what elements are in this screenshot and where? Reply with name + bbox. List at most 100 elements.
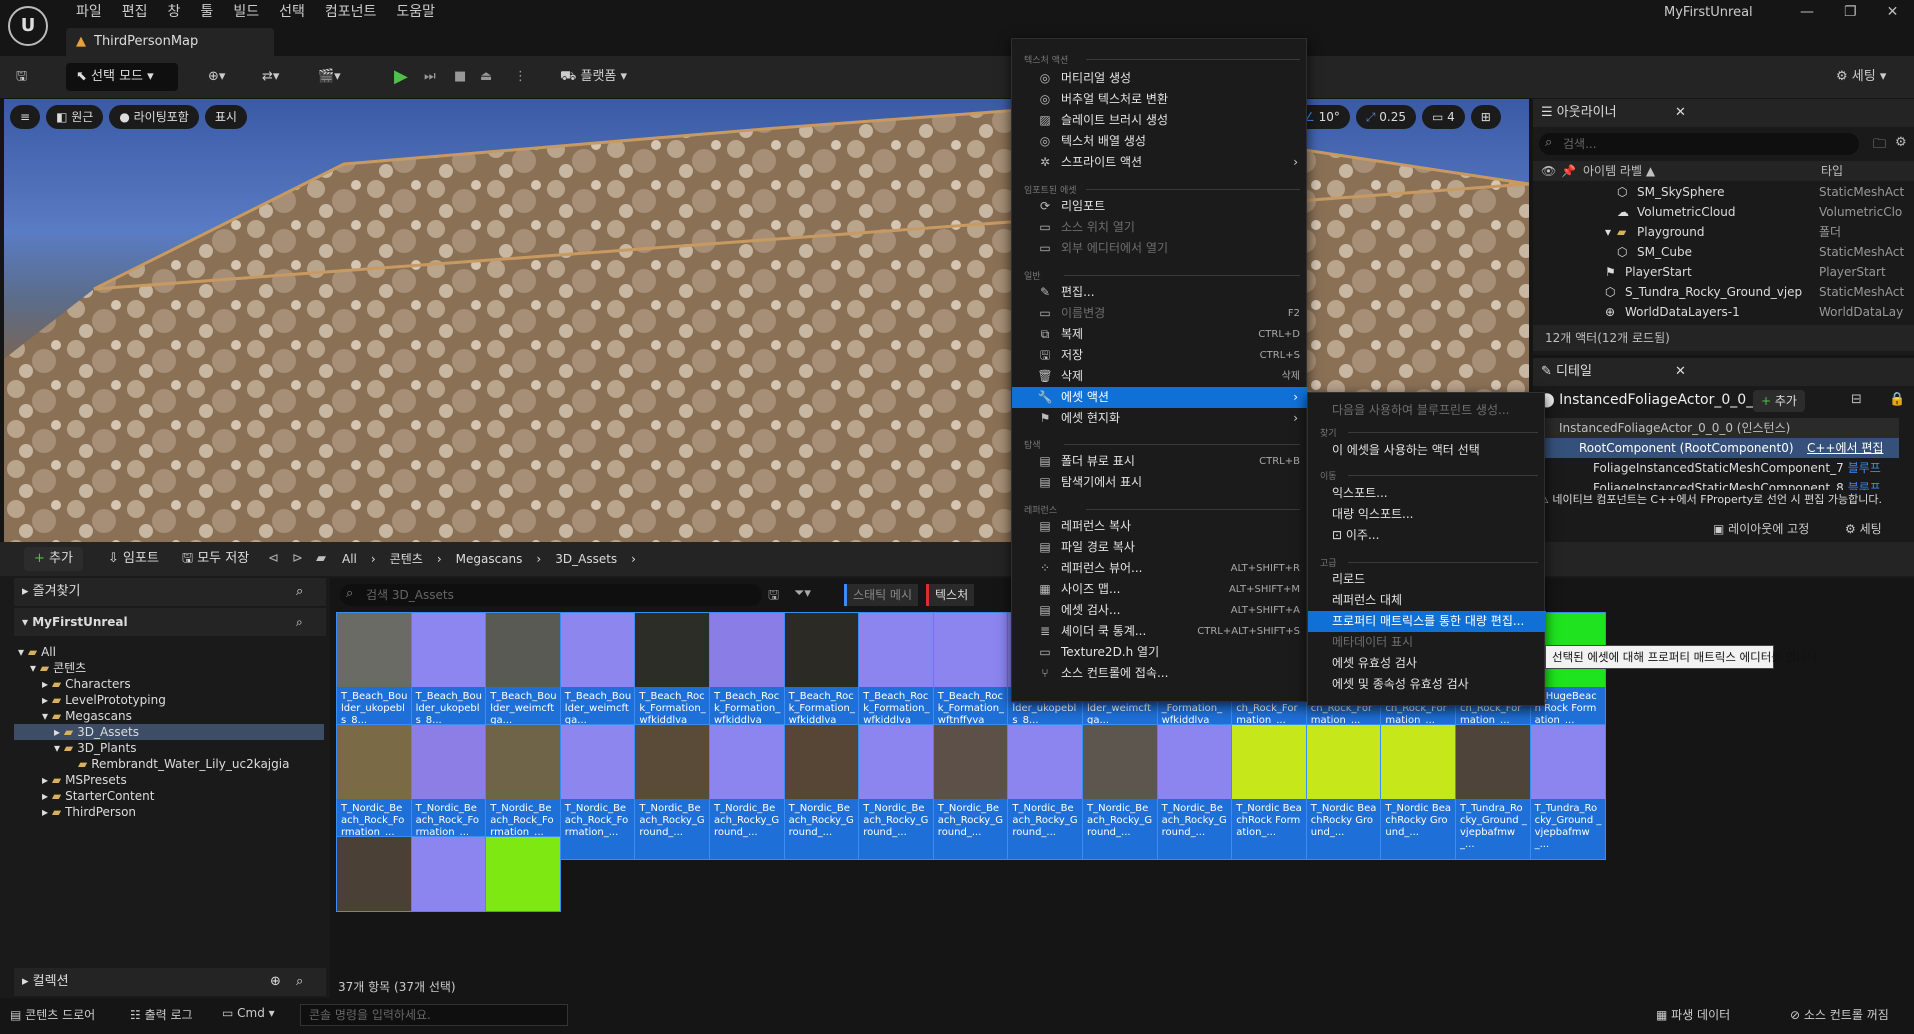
menu-item-audit-assets[interactable]: ▤ 에셋 검사... ALT+SHIFT+A (1012, 600, 1308, 621)
play-icon[interactable]: ▶ (394, 63, 408, 91)
expand-arrow-icon[interactable]: ▾ (1605, 222, 1611, 242)
tree-item[interactable]: ▰ Rembrandt_Water_Lily_uc2kajgia (78, 756, 289, 772)
platforms-menu[interactable]: ⛟ 플랫폼 ▾ (560, 63, 627, 91)
select-mode-dropdown[interactable]: ⬉ 선택 모드 ▾ (66, 63, 178, 91)
save-search-icon[interactable]: 🖫 (768, 586, 779, 608)
menu-item[interactable]: 도움말 (386, 2, 445, 22)
menu-item-show-in-explorer[interactable]: ▤ 탐색기에서 표시 (1012, 472, 1308, 493)
asset-tile[interactable]: T_Nordic_Beach_Rocky_Ground_... (858, 724, 935, 860)
instance-row[interactable]: InstancedFoliageActor_0_0_0 (인스턴스) (1539, 418, 1899, 438)
layout-icon[interactable]: ⊞ (1470, 105, 1501, 129)
menu-item-sprite-actions[interactable]: ✲ 스프라이트 액션 › (1012, 152, 1308, 173)
cmd-dropdown[interactable]: ▭ Cmd ▾ (222, 1006, 275, 1020)
breadcrumb-item[interactable]: All (342, 547, 357, 571)
play-advance-icon[interactable]: ⏭ (424, 63, 436, 91)
outliner-row[interactable]: ⬡ SM_SkySphere StaticMeshAct (1533, 182, 1914, 202)
filter-icon[interactable]: ⏷▾ (794, 586, 811, 601)
edit-in-cpp-link[interactable]: C++에서 편집 (1807, 438, 1883, 458)
menu-item-connect-source-control[interactable]: ⑂ 소스 컨트롤에 접속... (1012, 663, 1308, 684)
outliner-row[interactable]: ⚑ PlayerStart PlayerStart (1533, 262, 1914, 282)
menu-item[interactable]: 파일 (66, 2, 112, 22)
menu-item-duplicate[interactable]: ⧉ 복제 CTRL+D (1012, 324, 1308, 345)
menu-item-create-texture-array[interactable]: ◎ 텍스처 배열 생성 (1012, 131, 1308, 152)
outliner-row[interactable]: ▾ ▰ Playground 폴더 (1533, 222, 1914, 242)
tree-item[interactable]: ▸ ▰ Characters (42, 676, 131, 692)
viewport-menu-icon[interactable]: ≡ (10, 105, 41, 129)
asset-tile[interactable]: T_Nordic_Beach_Rocky_Ground_... (783, 724, 860, 860)
menu-item-replace-references[interactable]: 레퍼런스 대체 (1308, 590, 1546, 611)
details-close-icon[interactable]: ✕ (1675, 358, 1686, 386)
menu-item-open-source-location[interactable]: ▭ 소스 위치 열기 (1012, 217, 1308, 238)
asset-tile[interactable] (336, 836, 412, 912)
static-mesh-filter[interactable]: 스태틱 메시 (844, 584, 919, 606)
menu-item[interactable]: 툴 (190, 2, 223, 22)
collections-header[interactable]: ▸ 컬렉션 ⊕ ⌕ (14, 968, 326, 996)
outliner-row[interactable]: ⬡ S_Tundra_Rocky_Ground_vjep StaticMeshAct (1533, 282, 1914, 302)
derived-data-button[interactable]: ▦ 파생 데이터 (1656, 1006, 1730, 1023)
project-header[interactable]: ▾ MyFirstUnreal ⌕ (14, 608, 326, 636)
asset-tile[interactable] (485, 836, 562, 912)
outliner-row[interactable]: ☁ VolumetricCloud VolumetricClo (1533, 202, 1914, 222)
search-icon[interactable]: ⌕ (296, 968, 303, 996)
back-icon[interactable]: ⊲ (268, 551, 279, 566)
asset-tile[interactable]: T_Nordic_Beach_Rocky_Ground_... (709, 724, 785, 860)
menu-item-migrate[interactable]: ⊡ 이주... (1308, 525, 1546, 546)
outliner-row[interactable]: ⊕ WorldDataLayers-1 WorldDataLay (1533, 302, 1914, 322)
menu-item-reference-viewer[interactable]: ⁘ 레퍼런스 뷰어... ALT+SHIFT+R (1012, 558, 1308, 579)
add-actor-icon[interactable]: ⊕▾ (208, 63, 225, 91)
visibility-icon[interactable]: 👁 (1541, 161, 1556, 181)
tree-item[interactable]: ▾ ▰ Megascans (42, 708, 132, 724)
maximize-icon[interactable]: ❐ (1844, 4, 1857, 20)
asset-tile[interactable]: T_Nordic BeachRock Formation_... (1231, 724, 1308, 860)
menu-item-convert-virtual-texture[interactable]: ◎ 버추얼 텍스처로 변환 (1012, 89, 1308, 110)
pin-icon[interactable]: 📌 (1561, 161, 1576, 181)
tree-item[interactable]: ▸ ▰ StarterContent (42, 788, 154, 804)
menu-item-bulk-edit-property-matrix[interactable]: 프로퍼티 매트릭스를 통한 대량 편집... (1308, 611, 1546, 632)
menu-item[interactable]: 편집 (112, 2, 158, 22)
cinematics-icon[interactable]: 🎬▾ (318, 63, 341, 91)
menu-item-create-slate-brush[interactable]: ▨ 슬레이트 브러시 생성 (1012, 110, 1308, 131)
outliner-row[interactable]: ⬡ SM_Cube StaticMeshAct (1533, 242, 1914, 262)
menu-item-export[interactable]: 익스포트... (1308, 483, 1546, 504)
menu-item-open-external-editor[interactable]: ▭ 외부 에디터에서 열기 (1012, 238, 1308, 259)
tree-item[interactable]: ▸ ▰ LevelPrototyping (42, 692, 166, 708)
tree-item-selected[interactable]: ▸ ▰ 3D_Assets (14, 724, 324, 740)
menu-item-size-map[interactable]: ▦ 사이즈 맵... ALT+SHIFT+M (1012, 579, 1308, 600)
outliner-search-input[interactable]: 검색... (1539, 133, 1859, 155)
tree-item[interactable]: ▸ ▰ ThirdPerson (42, 804, 136, 820)
search-icon[interactable]: ⌕ (296, 608, 303, 636)
menu-item-show-in-folder-view[interactable]: ▤ 폴더 뷰로 표시 CTRL+B (1012, 451, 1308, 472)
stop-icon[interactable]: ■ (454, 63, 466, 91)
tree-item[interactable]: ▾ ▰ 3D_Plants (54, 740, 136, 756)
asset-tile[interactable]: T_Nordic_Beach_Rocky_Ground_... (634, 724, 711, 860)
details-tab[interactable]: ✎ 디테일 ✕ (1533, 358, 1914, 386)
menu-item-create-material[interactable]: ◎ 머티리얼 생성 (1012, 68, 1308, 89)
close-icon[interactable]: ✕ (1887, 4, 1899, 20)
import-button[interactable]: ⇩ 임포트 (108, 547, 159, 571)
menu-item-reload[interactable]: 리로드 (1308, 569, 1546, 590)
eject-icon[interactable]: ⏏ (480, 63, 492, 91)
show-button[interactable]: 표시 (204, 105, 247, 129)
root-component-row[interactable]: RootComponent (RootComponent0) C++에서 편집 (1539, 438, 1899, 458)
blueprint-link[interactable]: 블루프 (1848, 481, 1881, 490)
menu-item[interactable]: 창 (158, 2, 191, 22)
menu-item-show-metadata[interactable]: 메타데이터 표시 (1308, 632, 1546, 653)
details-settings-button[interactable]: ⚙ 세팅 (1845, 520, 1882, 537)
minimize-icon[interactable]: — (1800, 4, 1814, 20)
menu-item-asset-actions[interactable]: 🔧 에셋 액션 › (1012, 387, 1308, 408)
menu-item-bulk-export[interactable]: 대량 익스포트... (1308, 504, 1546, 525)
level-tab[interactable]: ▲ ThirdPersonMap (66, 28, 274, 56)
menu-item-edit[interactable]: ✎ 편집... (1012, 282, 1308, 303)
save-all-button[interactable]: 🖫 모두 저장 (182, 547, 249, 571)
outliner-close-icon[interactable]: ✕ (1675, 99, 1686, 127)
forward-icon[interactable]: ⊳ (292, 551, 303, 566)
breadcrumb-item[interactable]: 3D_Assets (555, 547, 617, 571)
asset-tile[interactable] (410, 836, 487, 912)
console-input[interactable]: 콘솔 명령을 입력하세요. (300, 1004, 568, 1026)
menu-item-select-actors-using-asset[interactable]: 이 에셋을 사용하는 액터 선택 (1308, 440, 1546, 461)
add-component-button[interactable]: + 추가 (1753, 390, 1805, 412)
unreal-logo-icon[interactable]: U (8, 6, 48, 46)
breadcrumb-item[interactable]: 콘텐츠 (390, 547, 423, 571)
asset-tile[interactable]: T_Nordic_Beach_Rock_Formation_... (559, 724, 636, 860)
tree-item[interactable]: ▾ ▰ 콘텐츠 (30, 660, 86, 676)
